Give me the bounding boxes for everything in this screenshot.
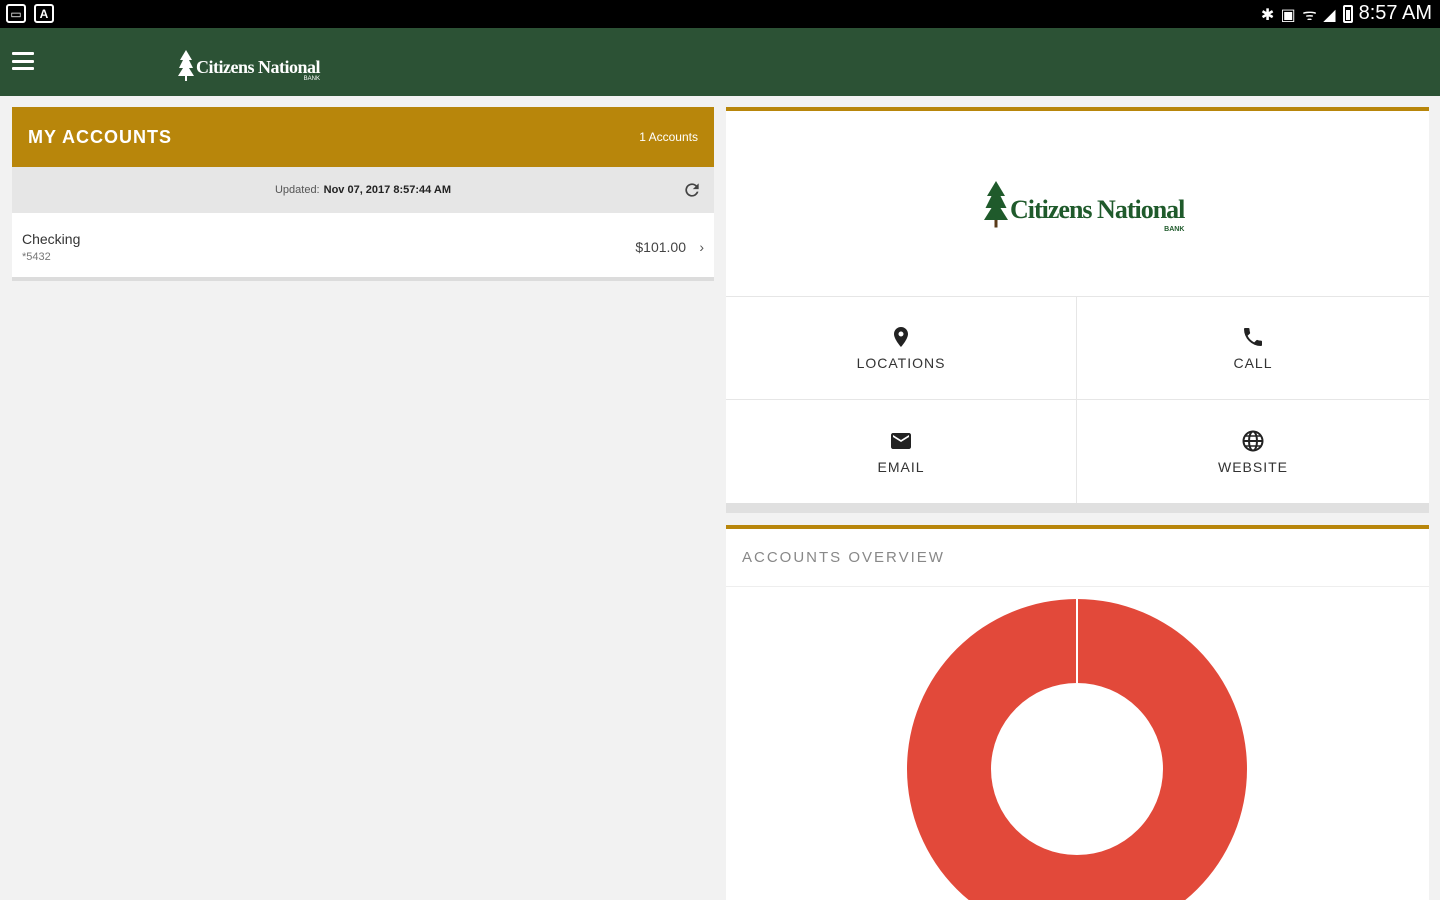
updated-label: Updated:: [274, 184, 320, 196]
app-bar: Citizens National BANK: [0, 28, 1440, 96]
map-pin-icon: [894, 327, 908, 347]
appbar-logo-subtext: BANK: [303, 76, 320, 82]
bank-info-card: Citizens National BANK LOCATIONS CALL EM…: [726, 107, 1429, 513]
menu-icon[interactable]: [12, 52, 34, 70]
mail-icon: [891, 432, 911, 449]
updated-bar: Updated: Nov 07, 2017 8:57:44 AM: [12, 167, 714, 213]
status-time: 8:57 AM: [1358, 2, 1432, 24]
call-button[interactable]: CALL: [1077, 297, 1429, 400]
email-label: EMAIL: [877, 458, 925, 475]
appbar-logo: Citizens National BANK: [178, 42, 321, 82]
refresh-icon[interactable]: [682, 180, 702, 200]
overview-title: ACCOUNTS OVERVIEW: [726, 529, 1429, 587]
card-divider: [726, 503, 1429, 513]
account-row[interactable]: Checking *5432 $101.00 ›: [12, 213, 714, 281]
battery-icon: [1342, 4, 1353, 23]
website-button[interactable]: WEBSITE: [1077, 400, 1429, 503]
website-label: WEBSITE: [1217, 458, 1288, 475]
chevron-right-icon: ›: [699, 239, 704, 255]
account-name: Checking: [22, 231, 81, 247]
accounts-count: 1 Accounts: [639, 130, 698, 144]
bank-logo-text: Citizens National: [1010, 195, 1185, 224]
updated-value: Nov 07, 2017 8:57:44 AM: [323, 184, 452, 196]
accounts-overview-card: ACCOUNTS OVERVIEW: [726, 525, 1429, 900]
status-bar: ▭ A ✱ ▣ ᯤ ◢ 8:57 AM: [0, 0, 1440, 28]
accounts-title: MY ACCOUNTS: [28, 126, 173, 147]
account-number: *5432: [22, 251, 51, 263]
gallery-icon: ▭: [6, 4, 26, 23]
tree-icon: [178, 50, 194, 81]
bank-logo: Citizens National BANK: [984, 181, 1185, 233]
accounts-panel: MY ACCOUNTS 1 Accounts Updated: Nov 07, …: [12, 107, 714, 281]
account-balance: $101.00: [635, 239, 686, 255]
call-label: CALL: [1233, 355, 1273, 371]
donut-chart[interactable]: [906, 599, 1248, 900]
tree-icon: [984, 181, 1008, 228]
action-grid: LOCATIONS CALL EMAIL WEBSITE: [726, 297, 1429, 503]
locations-label: LOCATIONS: [856, 355, 946, 371]
right-panel: Citizens National BANK LOCATIONS CALL EM…: [726, 107, 1429, 900]
status-icons: ✱ ▣ ᯤ ◢: [1260, 6, 1337, 24]
locations-button[interactable]: LOCATIONS: [726, 297, 1077, 400]
appbar-logo-text: Citizens National: [196, 57, 321, 77]
email-button[interactable]: EMAIL: [726, 400, 1077, 503]
globe-icon: [1242, 430, 1264, 451]
bank-logo-subtext: BANK: [1164, 226, 1185, 233]
accounts-header: MY ACCOUNTS 1 Accounts: [12, 107, 714, 167]
phone-icon: [1244, 328, 1262, 346]
a-icon: A: [34, 4, 54, 23]
bank-logo-area: Citizens National BANK: [726, 111, 1429, 297]
